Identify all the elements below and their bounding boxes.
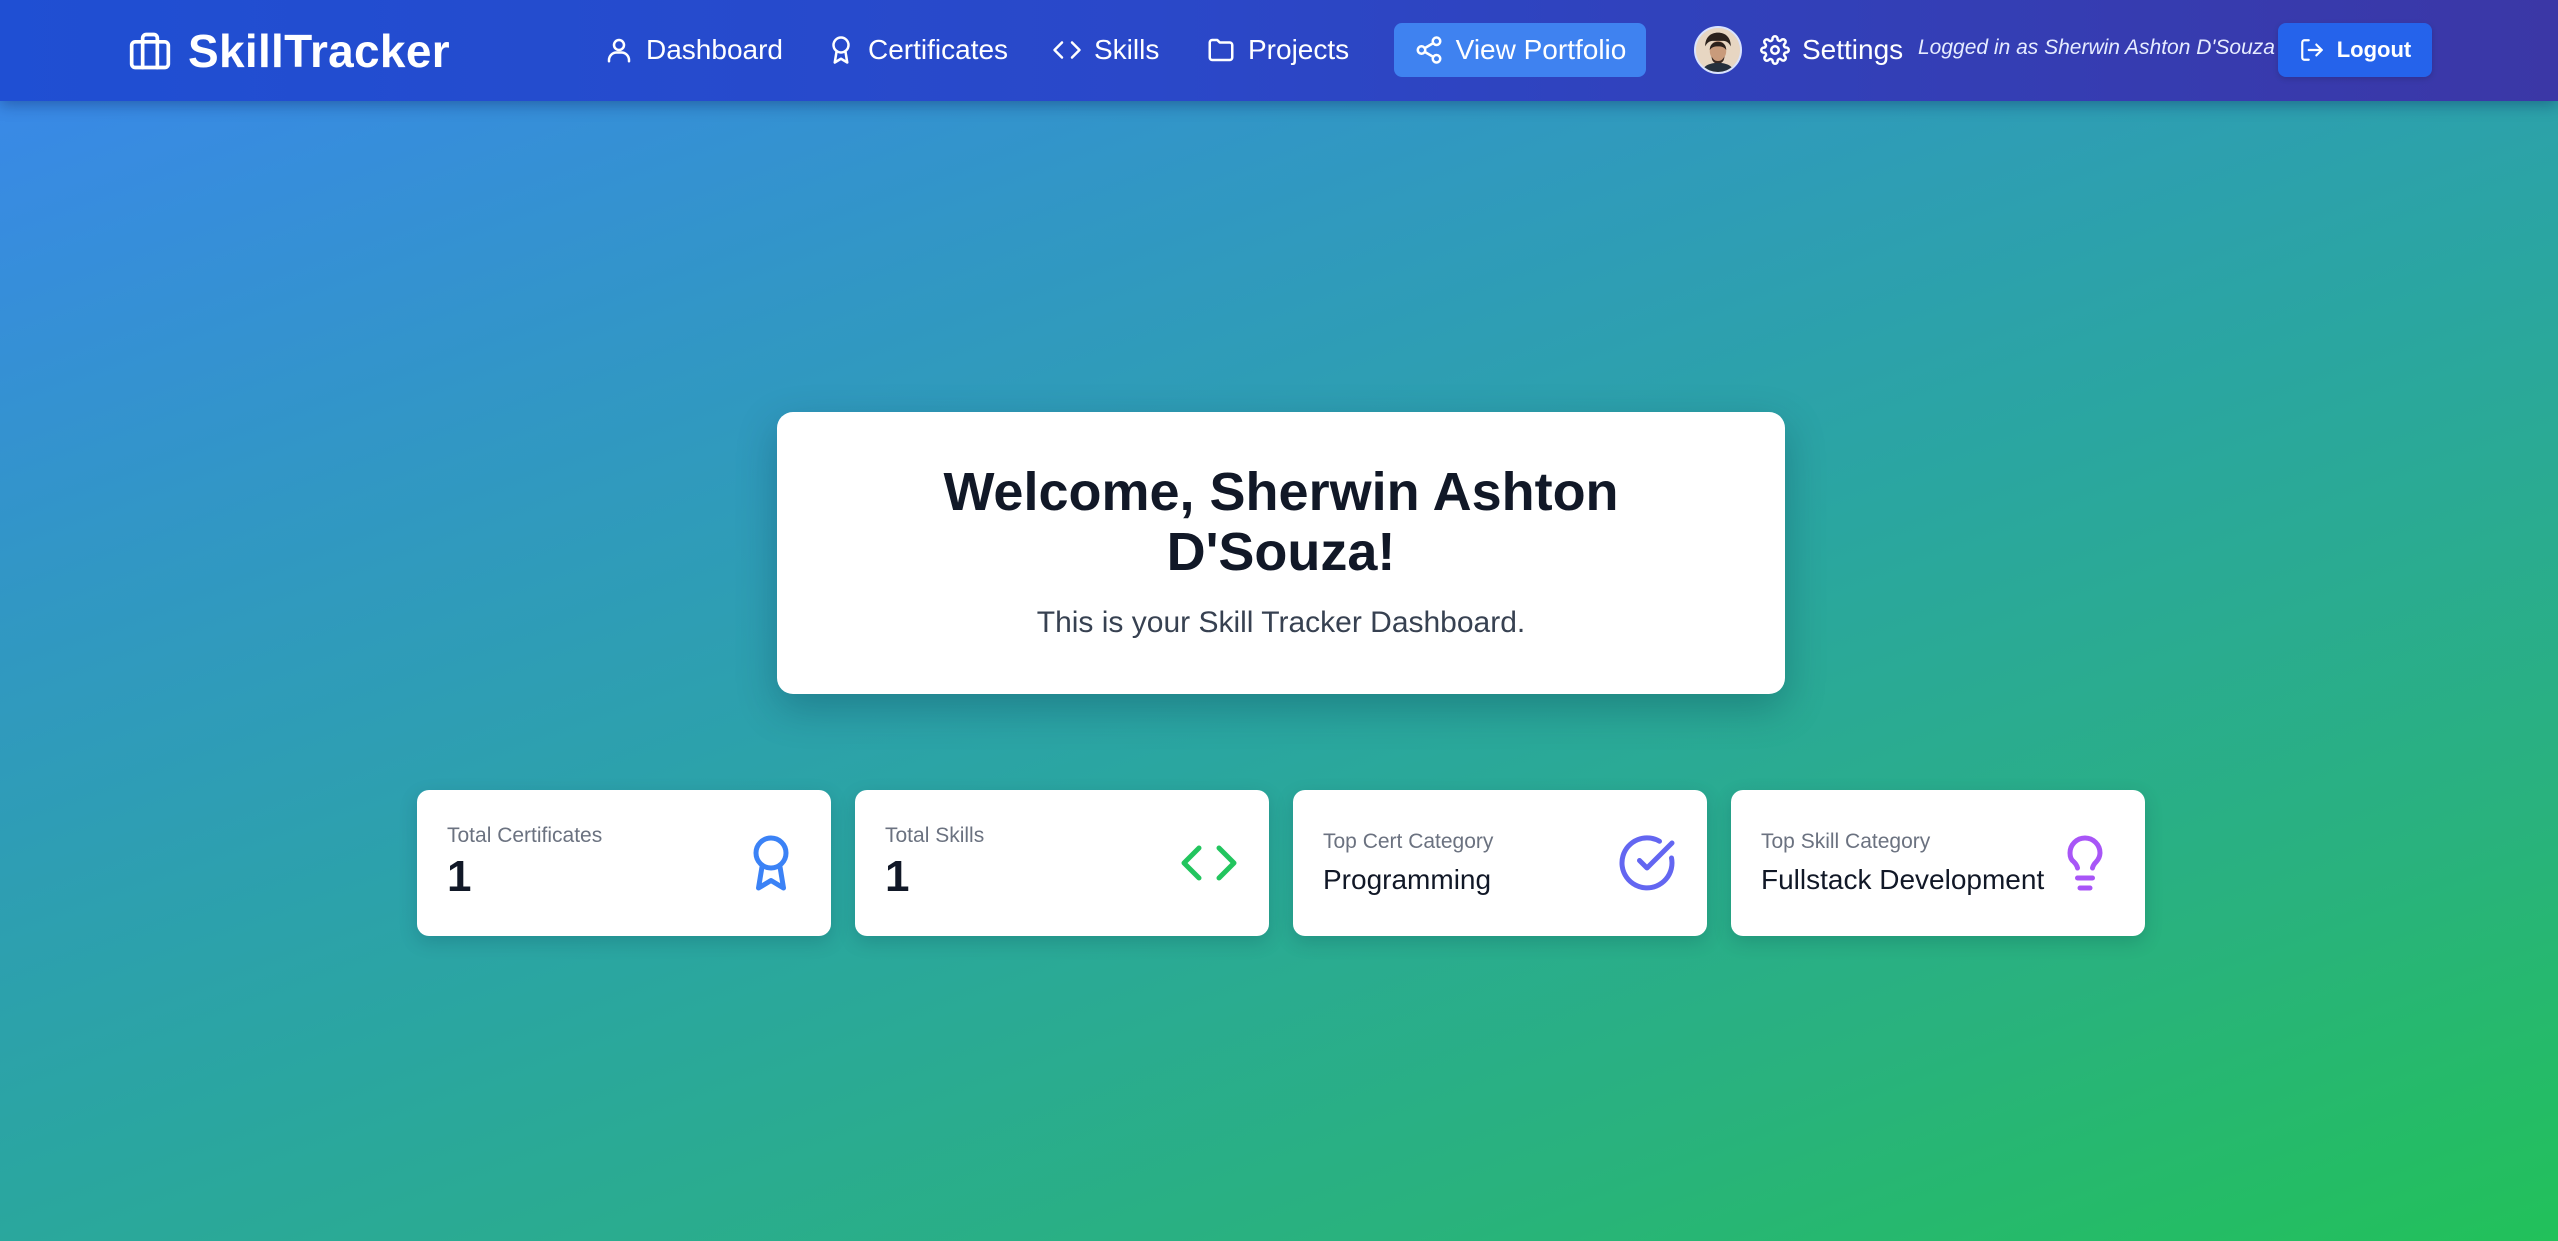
logout-label: Logout: [2336, 37, 2412, 62]
stat-card-top-cert-category: Top Cert Category Programming: [1293, 790, 1707, 936]
stat-label: Total Certificates: [447, 824, 603, 847]
nav-settings-label: Settings: [1802, 34, 1904, 65]
nav-dashboard[interactable]: Dashboard: [604, 22, 783, 78]
folder-icon: [1208, 38, 1234, 62]
stat-value: 1: [447, 852, 472, 901]
welcome-card: Welcome, Sherwin Ashton D'Souza! This is…: [777, 412, 1785, 694]
logged-in-status: Logged in as Sherwin Ashton D'Souza: [1918, 36, 2275, 59]
nav-skills[interactable]: Skills: [1052, 22, 1159, 78]
stat-card-total-certificates: Total Certificates 1: [417, 790, 831, 936]
logout-icon: [2300, 39, 2323, 61]
nav-skills-label: Skills: [1094, 34, 1160, 65]
nav-settings[interactable]: Settings: [1760, 22, 1903, 78]
nav-certificates[interactable]: Certificates: [826, 22, 1008, 78]
stat-card-total-skills: Total Skills 1: [855, 790, 1269, 936]
brand-name: SkillTracker: [188, 25, 450, 77]
code-icon: [1053, 41, 1081, 59]
user-icon: [607, 38, 631, 63]
avatar[interactable]: [1694, 26, 1742, 74]
stat-label: Top Skill Category: [1761, 830, 1931, 853]
top-navbar: SkillTracker Dashboard Certificates Skil…: [0, 0, 2558, 101]
stat-value: Fullstack Development: [1761, 864, 2045, 895]
brand-logo[interactable]: SkillTracker: [128, 20, 450, 82]
award-icon: [832, 36, 850, 64]
award-icon: [741, 833, 801, 893]
logout-button[interactable]: Logout: [2278, 23, 2432, 77]
welcome-title: Welcome, Sherwin Ashton D'Souza!: [943, 462, 1619, 582]
nav-projects[interactable]: Projects: [1206, 22, 1349, 78]
lightbulb-icon: [2055, 833, 2115, 893]
nav-projects-label: Projects: [1248, 34, 1350, 65]
welcome-subtitle: This is your Skill Tracker Dashboard.: [1036, 606, 1526, 639]
nav-certificates-label: Certificates: [868, 34, 1009, 65]
stat-label: Total Skills: [885, 824, 985, 847]
briefcase-icon: [129, 32, 171, 70]
stat-value: Programming: [1323, 864, 1492, 895]
nav-dashboard-label: Dashboard: [646, 34, 783, 65]
stat-label: Top Cert Category: [1323, 830, 1494, 853]
stat-value: 1: [885, 852, 910, 901]
gear-icon: [1760, 35, 1790, 65]
check-circle-icon: [1617, 833, 1677, 893]
share-icon: [1416, 36, 1442, 64]
stat-card-top-skill-category: Top Skill Category Fullstack Development: [1731, 790, 2145, 936]
view-portfolio-button[interactable]: View Portfolio: [1394, 23, 1646, 77]
view-portfolio-label: View Portfolio: [1455, 34, 1627, 65]
code-icon: [1179, 833, 1239, 893]
profile-photo-icon: [1696, 28, 1740, 72]
